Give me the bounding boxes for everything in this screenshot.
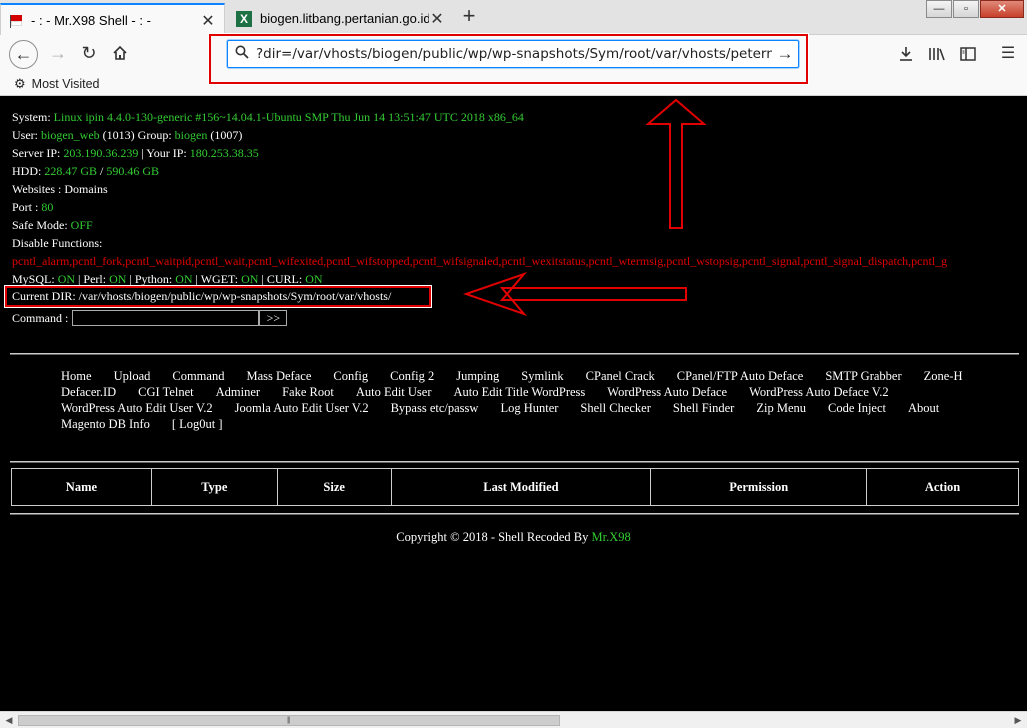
annotation-arrows [462, 98, 707, 317]
horizontal-scrollbar[interactable]: ◀ ||| ▶ [0, 711, 1027, 728]
scrollbar-thumb[interactable]: ||| [18, 715, 560, 726]
scroll-right-icon[interactable]: ▶ [1011, 714, 1025, 727]
scroll-left-icon[interactable]: ◀ [2, 714, 16, 727]
left-arrow-icon [462, 271, 687, 317]
up-arrow-icon [645, 98, 707, 229]
